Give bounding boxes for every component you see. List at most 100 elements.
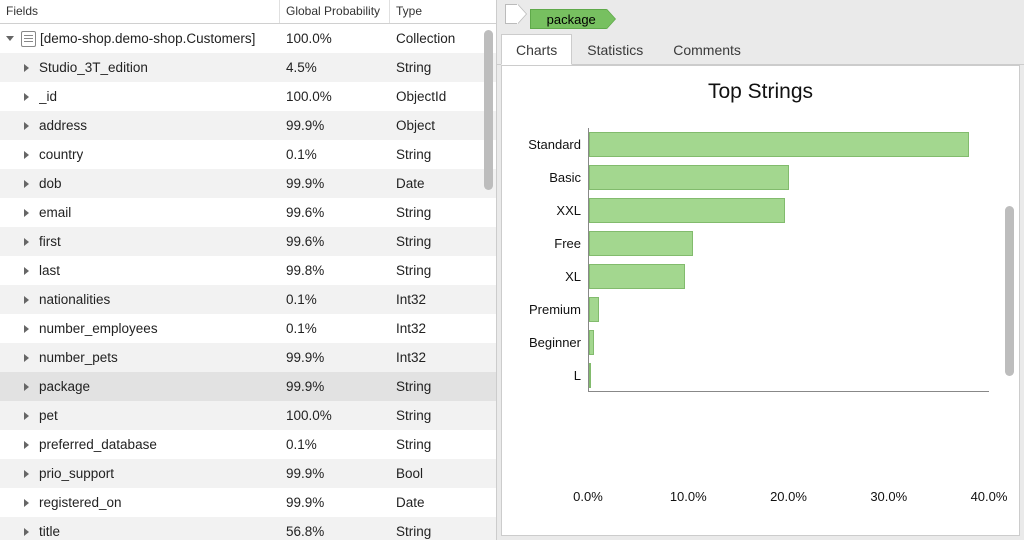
field-prob: 99.9% <box>280 169 390 198</box>
field-name: pet <box>39 401 58 430</box>
field-row-Studio_3T_edition[interactable]: Studio_3T_edition4.5%String <box>0 53 496 82</box>
field-type: String <box>390 401 496 430</box>
field-row-address[interactable]: address99.9%Object <box>0 111 496 140</box>
header-fields[interactable]: Fields <box>0 0 280 23</box>
bar <box>589 363 591 388</box>
field-row-email[interactable]: email 99.6%String <box>0 198 496 227</box>
root-label: [demo-shop.demo-shop.Customers] <box>40 24 255 53</box>
field-prob: 100.0% <box>280 82 390 111</box>
field-prob: 0.1% <box>280 285 390 314</box>
chevron-right-icon[interactable] <box>22 266 32 276</box>
x-tick: 10.0% <box>653 489 723 504</box>
field-row-title[interactable]: title56.8%String <box>0 517 496 540</box>
field-name: country <box>39 140 83 169</box>
field-type: String <box>390 198 496 227</box>
field-row-country[interactable]: country0.1%String <box>0 140 496 169</box>
chevron-down-icon[interactable] <box>6 34 16 44</box>
field-name: dob <box>39 169 62 198</box>
field-name: last <box>39 256 60 285</box>
collection-icon <box>21 31 36 47</box>
chevron-right-icon[interactable] <box>22 382 32 392</box>
chevron-right-icon[interactable] <box>22 469 32 479</box>
field-name: nationalities <box>39 285 110 314</box>
field-type: String <box>390 372 496 401</box>
chevron-right-icon[interactable] <box>22 440 32 450</box>
field-row-_id[interactable]: _id100.0%ObjectId <box>0 82 496 111</box>
bar-label: XL <box>519 260 581 293</box>
root-prob: 100.0% <box>280 24 390 53</box>
chevron-right-icon[interactable] <box>22 498 32 508</box>
chevron-right-icon[interactable] <box>22 63 32 73</box>
tree-root-row[interactable]: [demo-shop.demo-shop.Customers] 100.0% C… <box>0 24 496 53</box>
field-name: number_pets <box>39 343 118 372</box>
tab-comments[interactable]: Comments <box>658 34 756 65</box>
field-name: first <box>39 227 61 256</box>
bar <box>589 330 594 355</box>
field-prob: 99.9% <box>280 111 390 140</box>
top-strings-chart: StandardBasicXXLFreeXLPremiumBeginnerL 0… <box>520 128 989 517</box>
x-tick: 40.0% <box>954 489 1020 504</box>
chevron-right-icon[interactable] <box>22 179 32 189</box>
tree-scrollbar[interactable] <box>484 30 493 190</box>
chevron-right-icon[interactable] <box>22 527 32 537</box>
chevron-right-icon[interactable] <box>22 237 32 247</box>
tab-charts[interactable]: Charts <box>501 34 572 65</box>
chevron-right-icon[interactable] <box>22 324 32 334</box>
bar-row: Beginner <box>589 326 989 359</box>
field-name: registered_on <box>39 488 122 517</box>
bar-row: XXL <box>589 194 989 227</box>
bar <box>589 297 599 322</box>
chevron-right-icon[interactable] <box>22 295 32 305</box>
chevron-right-icon[interactable] <box>22 411 32 421</box>
bar <box>589 231 693 256</box>
chevron-right-icon[interactable] <box>22 353 32 363</box>
field-row-number_employees[interactable]: number_employees 0.1%Int32 <box>0 314 496 343</box>
bar-label: Standard <box>519 128 581 161</box>
detail-tabs: Charts Statistics Comments <box>497 33 1024 65</box>
bar-label: Free <box>519 227 581 260</box>
header-global-probability[interactable]: Global Probability <box>280 0 390 23</box>
field-row-registered_on[interactable]: registered_on99.9%Date <box>0 488 496 517</box>
field-prob: 56.8% <box>280 517 390 540</box>
field-row-prio_support[interactable]: prio_support99.9%Bool <box>0 459 496 488</box>
field-row-number_pets[interactable]: number_pets99.9%Int32 <box>0 343 496 372</box>
bar <box>589 165 789 190</box>
chevron-right-icon[interactable] <box>22 92 32 102</box>
x-tick: 20.0% <box>754 489 824 504</box>
field-row-preferred_database[interactable]: preferred_database0.1%String <box>0 430 496 459</box>
field-row-dob[interactable]: dob99.9%Date <box>0 169 496 198</box>
tab-statistics[interactable]: Statistics <box>572 34 658 65</box>
field-prob: 0.1% <box>280 314 390 343</box>
field-row-pet[interactable]: pet100.0%String <box>0 401 496 430</box>
chart-title: Top Strings <box>502 66 1019 112</box>
field-type: ObjectId <box>390 82 496 111</box>
field-type: Int32 <box>390 314 496 343</box>
field-row-package[interactable]: package99.9%String <box>0 372 496 401</box>
field-row-first[interactable]: first99.6%String <box>0 227 496 256</box>
breadcrumb-current[interactable]: package <box>530 9 607 29</box>
bar-label: Basic <box>519 161 581 194</box>
bar-label: Beginner <box>519 326 581 359</box>
chevron-right-icon[interactable] <box>22 208 32 218</box>
bar-row: Premium <box>589 293 989 326</box>
field-row-last[interactable]: last99.8%String <box>0 256 496 285</box>
field-type: String <box>390 430 496 459</box>
bar-label: XXL <box>519 194 581 227</box>
chart-scrollbar[interactable] <box>1005 206 1014 376</box>
chevron-right-icon[interactable] <box>22 121 32 131</box>
field-prob: 4.5% <box>280 53 390 82</box>
field-prob: 99.6% <box>280 198 390 227</box>
field-prob: 99.8% <box>280 256 390 285</box>
x-tick: 30.0% <box>854 489 924 504</box>
chart-pane: Top Strings StandardBasicXXLFreeXLPremiu… <box>501 65 1020 536</box>
bar <box>589 198 785 223</box>
breadcrumb-root[interactable] <box>505 4 517 24</box>
chevron-right-icon[interactable] <box>22 150 32 160</box>
field-name: title <box>39 517 60 540</box>
header-type[interactable]: Type <box>390 0 496 23</box>
field-prob: 0.1% <box>280 140 390 169</box>
field-type: String <box>390 53 496 82</box>
field-row-nationalities[interactable]: nationalities0.1%Int32 <box>0 285 496 314</box>
field-name: number_employees <box>39 314 158 343</box>
field-name: email <box>39 198 71 227</box>
